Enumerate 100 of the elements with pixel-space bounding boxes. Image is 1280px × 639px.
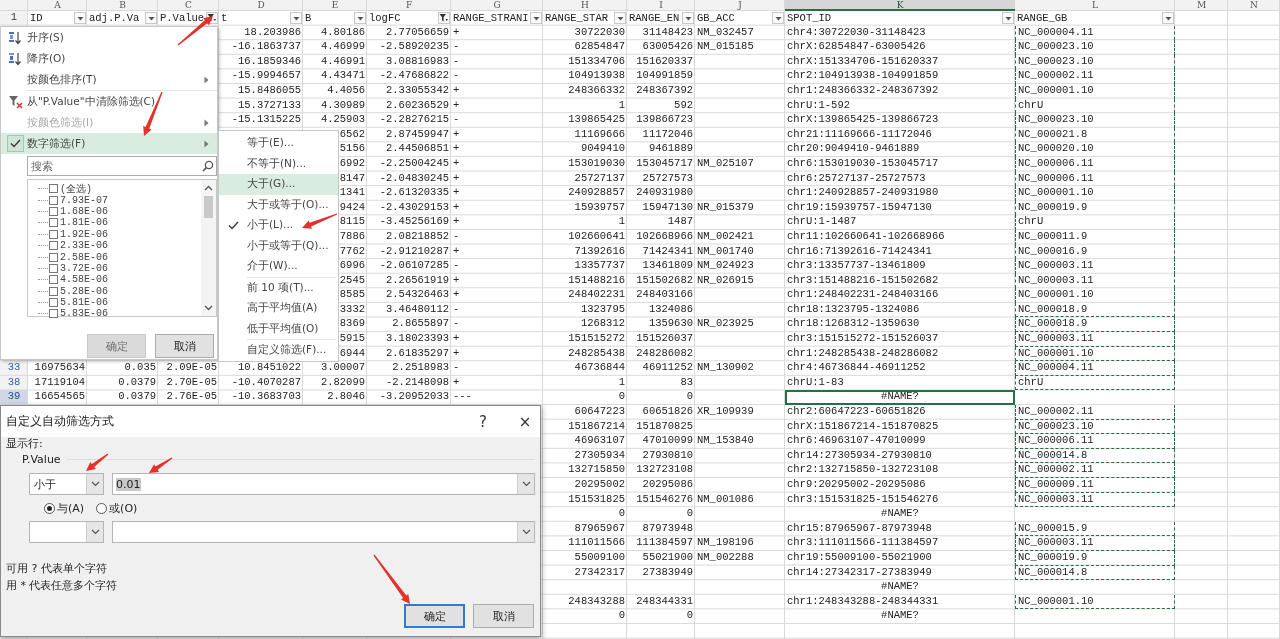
- table-cell: 139865425: [568, 113, 625, 126]
- list-item-label[interactable]: (全选): [60, 181, 92, 196]
- menu-item[interactable]: 小于(L)...: [219, 215, 338, 236]
- column-header[interactable]: K: [785, 0, 1015, 11]
- table-cell-text: +: [452, 244, 461, 259]
- checkbox[interactable]: [49, 252, 58, 262]
- list-item-label[interactable]: 5.81E-06: [60, 297, 108, 309]
- row-header[interactable]: 38: [0, 375, 28, 391]
- table-cell: NC_000006.11: [1015, 156, 1175, 172]
- row-header[interactable]: 39: [0, 390, 28, 406]
- column-header[interactable]: J: [695, 0, 785, 11]
- table-cell: NC_000004.11: [1015, 361, 1175, 376]
- search-field[interactable]: 搜索: [27, 156, 217, 176]
- menu-item[interactable]: 小于或等于(Q)...: [219, 235, 338, 256]
- checkbox[interactable]: [49, 184, 58, 194]
- scroll-down-icon[interactable]: [204, 304, 213, 312]
- column-header[interactable]: H: [543, 0, 627, 11]
- checkbox[interactable]: [49, 286, 58, 296]
- filter-button[interactable]: [1002, 12, 1014, 25]
- filter-button[interactable]: [1162, 12, 1174, 25]
- column-header[interactable]: D: [219, 0, 303, 11]
- menu-item[interactable]: 前 10 项(T)...: [219, 277, 338, 298]
- column-header[interactable]: A: [28, 0, 87, 11]
- row-header[interactable]: 1: [0, 11, 28, 26]
- table-cell: 27383949: [642, 565, 693, 578]
- checkbox[interactable]: [49, 206, 58, 216]
- menu-item[interactable]: 从"P.Value"中清除筛选(C): [1, 91, 217, 112]
- checkbox[interactable]: [49, 263, 58, 273]
- dropdown-button[interactable]: [86, 522, 103, 542]
- column-header[interactable]: E: [303, 0, 367, 11]
- checkbox[interactable]: [49, 309, 58, 319]
- column-header[interactable]: L: [1015, 0, 1175, 11]
- menu-item[interactable]: 自定义筛选(F)...: [219, 340, 338, 361]
- filter-button[interactable]: [74, 12, 86, 25]
- list-item-label[interactable]: 5.28E-06: [60, 285, 108, 297]
- list-item-label[interactable]: 2.33E-06: [60, 240, 108, 252]
- table-cell: 11172046: [642, 127, 693, 140]
- checkbox[interactable]: [49, 275, 58, 285]
- column-header[interactable]: G: [451, 0, 543, 11]
- list-item-label[interactable]: 1.92E-06: [60, 228, 108, 240]
- menu-item[interactable]: 降序(O): [1, 48, 217, 69]
- column-header[interactable]: M: [1175, 0, 1228, 11]
- table-cell: 3.08816983: [386, 54, 449, 67]
- menu-item[interactable]: 大于(G)...: [219, 174, 338, 195]
- checkbox[interactable]: [49, 218, 58, 228]
- dropdown-button[interactable]: [517, 522, 534, 542]
- column-header[interactable]: N: [1228, 0, 1280, 11]
- radio-option[interactable]: 或(O): [96, 501, 138, 515]
- scrollbar[interactable]: [201, 180, 216, 316]
- menu-item[interactable]: 数字筛选(F): [1, 133, 217, 154]
- list-item-label[interactable]: 1.81E-06: [60, 217, 108, 229]
- column-header[interactable]: I: [627, 0, 695, 11]
- help-button[interactable]: ?: [468, 406, 498, 437]
- dropdown-button[interactable]: [517, 474, 534, 494]
- filter-button[interactable]: [614, 12, 626, 25]
- menu-item[interactable]: 不等于(N)...: [219, 153, 338, 174]
- filter-button[interactable]: [438, 12, 450, 25]
- menu-item[interactable]: 升序(S): [1, 27, 217, 48]
- checkbox[interactable]: [49, 229, 58, 239]
- scroll-up-icon[interactable]: [204, 184, 213, 192]
- filter-button[interactable]: [354, 12, 366, 25]
- checkbox[interactable]: [49, 298, 58, 308]
- list-item-label[interactable]: 4.58E-06: [60, 274, 108, 286]
- filter-button[interactable]: [772, 12, 784, 25]
- cancel-button[interactable]: 取消: [155, 334, 214, 358]
- list-item-label[interactable]: 1.68E-06: [60, 205, 108, 217]
- table-cell: 16.1859346: [238, 54, 301, 67]
- filter-button[interactable]: [290, 12, 302, 25]
- checkbox[interactable]: [49, 195, 58, 205]
- column-header[interactable]: C: [158, 0, 219, 11]
- list-item-label[interactable]: 7.93E-07: [60, 194, 108, 206]
- column-header[interactable]: F: [367, 0, 451, 11]
- table-cell: 1: [618, 375, 625, 388]
- menu-item[interactable]: 大于或等于(O)...: [219, 194, 338, 215]
- list-item-label[interactable]: 2.58E-06: [60, 251, 108, 263]
- column-header[interactable]: B: [87, 0, 158, 11]
- menu-item[interactable]: 按颜色排序(T): [1, 69, 217, 90]
- list-item-label[interactable]: 5.83E-06: [60, 308, 108, 320]
- cancel-button[interactable]: 取消: [473, 604, 534, 628]
- radio-option[interactable]: 与(A): [44, 501, 85, 515]
- filter-button[interactable]: [530, 12, 542, 25]
- dropdown-button[interactable]: [86, 474, 103, 494]
- operator-dropdown[interactable]: 小于: [29, 473, 104, 495]
- menu-item[interactable]: 高于平均值(A): [219, 298, 338, 319]
- ok-button[interactable]: 确定: [404, 604, 465, 628]
- scrollbar-thumb[interactable]: [204, 196, 213, 218]
- filter-button[interactable]: [682, 12, 694, 25]
- radio-button[interactable]: [44, 502, 55, 514]
- value-field[interactable]: 0.01: [112, 473, 535, 495]
- radio-button[interactable]: [96, 502, 108, 514]
- menu-item[interactable]: 等于(E)...: [219, 133, 338, 154]
- filter-button[interactable]: [145, 12, 157, 25]
- row-header[interactable]: 33: [0, 361, 28, 376]
- table-cell-text: +: [452, 156, 461, 171]
- value-field[interactable]: [112, 521, 535, 543]
- menu-item[interactable]: 介于(W)...: [219, 256, 338, 277]
- menu-item[interactable]: 低于平均值(O): [219, 318, 338, 339]
- checkbox[interactable]: [49, 241, 58, 251]
- close-button[interactable]: ×: [510, 406, 540, 437]
- list-item-label[interactable]: 3.72E-06: [60, 262, 108, 274]
